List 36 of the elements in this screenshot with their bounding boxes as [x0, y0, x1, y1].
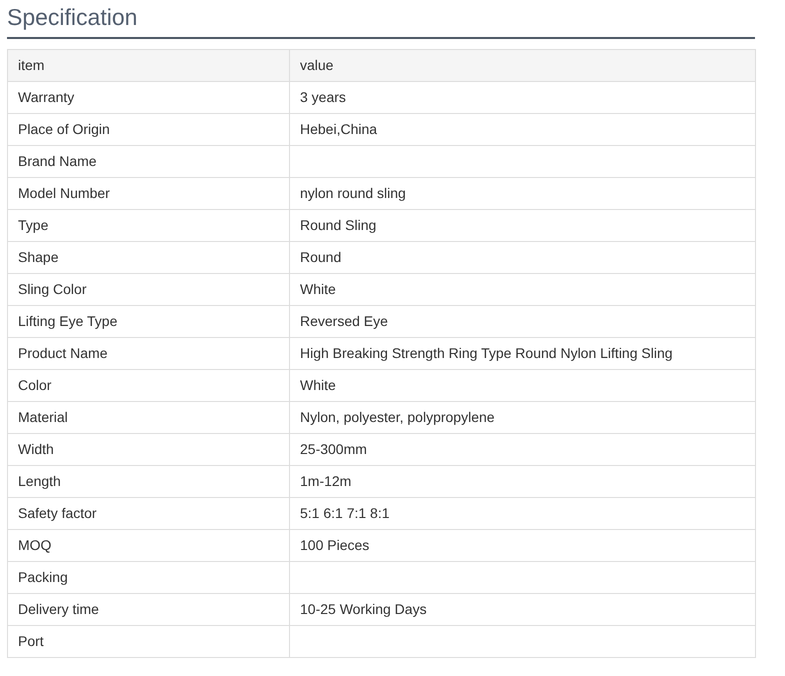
table-cell: 3 years — [290, 82, 756, 114]
section-title: Specification — [7, 3, 138, 31]
column-header: item — [8, 50, 290, 82]
table-cell: Type — [8, 210, 290, 242]
table-cell: High Breaking Strength Ring Type Round Nylon Lifting Sling — [290, 338, 756, 370]
table-cell: Width — [8, 434, 290, 466]
table-cell: 25-300mm — [290, 434, 756, 466]
table-cell: Packing — [8, 562, 290, 594]
column-header: value — [290, 50, 756, 82]
table-cell: Delivery time — [8, 594, 290, 626]
table-cell: Round Sling — [290, 210, 756, 242]
table-cell: Reversed Eye — [290, 306, 756, 338]
table-cell: 10-25 Working Days — [290, 594, 756, 626]
table-cell: 5:1 6:1 7:1 8:1 — [290, 498, 756, 530]
table-cell: Lifting Eye Type — [8, 306, 290, 338]
table-cell: Nylon, polyester, polypropylene — [290, 402, 756, 434]
table-cell: White — [290, 274, 756, 306]
table-cell: Port — [8, 626, 290, 658]
table-cell: Sling Color — [8, 274, 290, 306]
table-cell: Product Name — [8, 338, 290, 370]
table-cell: Place of Origin — [8, 114, 290, 146]
table-cell: Length — [8, 466, 290, 498]
table-cell: Safety factor — [8, 498, 290, 530]
table-cell: Shape — [8, 242, 290, 274]
table-cell: Hebei,China — [290, 114, 756, 146]
table-cell: White — [290, 370, 756, 402]
table-cell: Round — [290, 242, 756, 274]
table-cell: Brand Name — [8, 146, 290, 178]
table-cell: nylon round sling — [290, 178, 756, 210]
table-cell: 100 Pieces — [290, 530, 756, 562]
table-cell: Color — [8, 370, 290, 402]
table-cell: MOQ — [8, 530, 290, 562]
table-cell: Material — [8, 402, 290, 434]
table-cell: Warranty — [8, 82, 290, 114]
table-cell: 1m-12m — [290, 466, 756, 498]
table-cell: Model Number — [8, 178, 290, 210]
